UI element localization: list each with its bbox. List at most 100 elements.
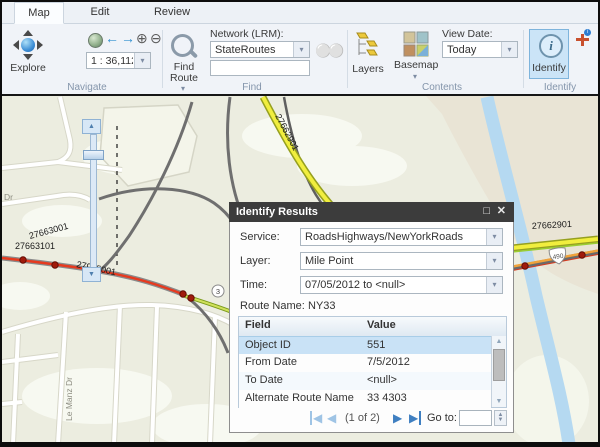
identify-button[interactable]: i Identify [529, 29, 569, 79]
scrollbar-thumb[interactable] [493, 349, 505, 381]
zoom-slider-handle[interactable] [83, 150, 104, 160]
tab-review[interactable]: Review [136, 2, 208, 24]
scroll-down-icon[interactable]: ▼ [492, 396, 506, 407]
next-page-button[interactable]: ▶ [393, 411, 402, 425]
explore-orb-icon [21, 38, 35, 52]
tab-bar: Map Edit Review [2, 2, 598, 24]
ribbon: Map Edit Review Explore ← → ⊕ ⊖ 1 : 36,1… [2, 2, 598, 94]
route-search-input[interactable] [210, 60, 310, 76]
cell-field: To Date [245, 374, 283, 386]
chevron-down-icon: ▾ [486, 229, 502, 245]
chevron-down-icon: ▾ [293, 42, 309, 57]
close-icon[interactable]: ✕ [497, 205, 506, 218]
pagination-bar: ◀ ◀ (1 of 2) ▶ ▶ Go to: ▲ ▼ [230, 410, 513, 428]
previous-page-button[interactable]: ◀ [327, 411, 336, 425]
street-label: Le Manz Dr [64, 377, 74, 421]
identify-results-dialog: Identify Results □ ✕ Service: RoadsHighw… [229, 202, 514, 433]
street-label: Dr [4, 192, 13, 202]
dialog-body: Service: RoadsHighways/NewYorkRoads ▾ La… [229, 222, 514, 433]
goto-label: Go to: [427, 412, 457, 424]
zoom-slider-up-button[interactable]: ▲ [82, 119, 101, 134]
first-page-button[interactable]: ◀ [310, 411, 322, 425]
explore-arrow-up-icon [23, 30, 33, 36]
goto-spinner[interactable]: ▲ ▼ [494, 410, 507, 426]
explore-arrow-left-icon [13, 40, 19, 50]
group-label-find: Find [197, 82, 307, 93]
group-separator [523, 30, 524, 88]
group-separator [162, 30, 163, 88]
explore-label: Explore [4, 62, 52, 74]
attribute-table: Field Value Object ID 551 From Date 7/5/… [238, 316, 507, 408]
network-combobox[interactable]: StateRoutes ▾ [210, 41, 310, 58]
zoom-slider-down-button[interactable]: ▼ [82, 267, 101, 282]
explore-arrow-down-icon [23, 54, 33, 60]
spinner-down-icon[interactable]: ▼ [495, 417, 506, 424]
cell-value: 33 4303 [367, 392, 407, 404]
table-header: Field Value [239, 317, 506, 337]
chevron-down-icon: ▾ [134, 53, 150, 68]
identify-label: Identify [530, 62, 568, 74]
binoculars-icon[interactable]: ⚪⚪ [315, 43, 341, 59]
maximize-icon[interactable]: □ [483, 205, 490, 218]
tab-edit[interactable]: Edit [64, 2, 136, 24]
cell-field: From Date [245, 356, 297, 368]
identify-route-location-icon[interactable]: i [575, 31, 591, 47]
basemap-icon [403, 31, 429, 57]
group-label-contents: Contents [387, 82, 497, 93]
cell-value: 551 [367, 339, 385, 351]
chevron-down-icon: ▾ [181, 84, 185, 93]
cell-value: <null> [367, 374, 397, 386]
route-label: 27662901 [532, 219, 573, 231]
chevron-down-icon: ▾ [486, 277, 502, 293]
layer-value: Mile Point [305, 255, 485, 267]
group-label-identify: Identify [522, 82, 598, 93]
route-name-value: NY33 [308, 300, 336, 312]
goto-page-input[interactable] [459, 410, 492, 426]
layer-combobox[interactable]: Mile Point ▾ [300, 252, 503, 270]
find-route-button[interactable]: Find Route ▾ [168, 32, 200, 84]
route-label: 27663101 [15, 241, 55, 251]
table-row-selected[interactable]: Object ID 551 [239, 336, 491, 356]
chevron-down-icon: ▾ [413, 72, 417, 81]
tab-map[interactable]: Map [14, 2, 64, 24]
explore-button[interactable] [13, 30, 43, 60]
scroll-up-icon[interactable]: ▲ [492, 336, 506, 347]
zoom-out-icon[interactable]: ⊖ [150, 31, 162, 45]
cell-value: 7/5/2012 [367, 356, 410, 368]
previous-extent-icon[interactable]: ← [105, 31, 119, 45]
scale-combobox[interactable]: 1 : 36,112 ▾ [86, 52, 151, 69]
find-route-label: Find Route [164, 62, 204, 84]
layer-label: Layer: [240, 255, 271, 267]
cell-field: Alternate Route Name [245, 392, 354, 404]
time-label: Time: [240, 279, 267, 291]
basemap-button[interactable]: Basemap ▾ [394, 31, 438, 85]
view-date-value: Today [447, 44, 500, 56]
service-value: RoadsHighways/NewYorkRoads [305, 231, 485, 243]
next-extent-icon[interactable]: → [121, 31, 135, 45]
group-label-navigate: Navigate [32, 82, 142, 93]
group-separator [347, 30, 348, 88]
view-date-combobox[interactable]: Today ▾ [442, 41, 518, 58]
page-indicator: (1 of 2) [345, 412, 380, 424]
svg-text:3: 3 [216, 287, 220, 296]
layers-button[interactable]: Layers [352, 31, 384, 77]
header-field: Field [245, 319, 271, 331]
network-value: StateRoutes [215, 44, 292, 56]
view-date-label: View Date: [442, 28, 493, 40]
table-row[interactable]: To Date <null> [239, 372, 491, 391]
network-lrm-label: Network (LRM): [210, 28, 284, 40]
info-badge-icon: i [584, 29, 591, 36]
dialog-title-bar[interactable]: Identify Results □ ✕ [229, 202, 514, 222]
table-row[interactable]: Alternate Route Name 33 4303 [239, 390, 491, 408]
table-scrollbar[interactable]: ▲ ▼ [491, 336, 506, 407]
service-label: Service: [240, 231, 280, 243]
last-page-button[interactable]: ▶ [409, 411, 421, 425]
full-extent-globe-icon[interactable] [88, 33, 103, 48]
crosshair-horizontal [576, 38, 589, 41]
find-route-magnifier-icon [171, 34, 194, 57]
time-combobox[interactable]: 07/05/2012 to <null> ▾ [300, 276, 503, 294]
circle-route-shield: 3 [212, 285, 224, 297]
service-combobox[interactable]: RoadsHighways/NewYorkRoads ▾ [300, 228, 503, 246]
table-row[interactable]: From Date 7/5/2012 [239, 354, 491, 373]
zoom-in-icon[interactable]: ⊕ [136, 31, 148, 45]
